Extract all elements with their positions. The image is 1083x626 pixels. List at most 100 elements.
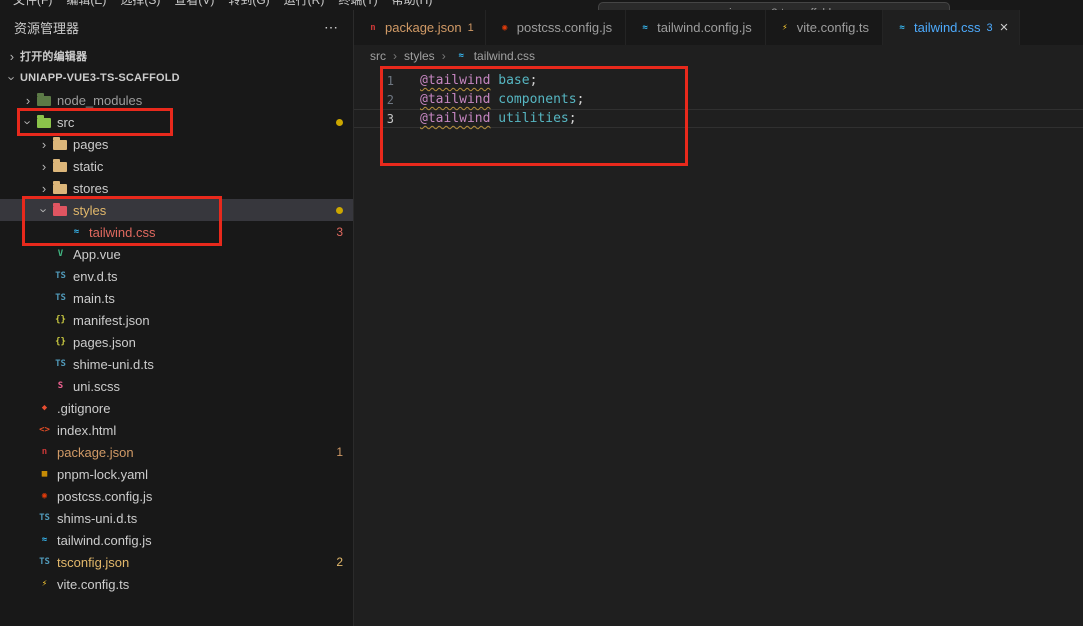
breadcrumb-item-src[interactable]: src [370, 49, 386, 63]
code-editor[interactable]: 1@tailwind base;2@tailwind components;3@… [354, 67, 1083, 626]
tailwind-icon: ≈ [453, 51, 470, 61]
tab-package.json[interactable]: n package.json 1 [354, 10, 486, 45]
explorer-sidebar: 资源管理器 ⋯ › 打开的编辑器 › UNIAPP-VUE3-TS-SCAFFO… [0, 10, 354, 626]
json-icon: {} [52, 337, 69, 347]
breadcrumb-separator: › [393, 49, 397, 63]
file-tree: ›node_modules›src›pages›static›stores›st… [0, 89, 353, 595]
line-number: 1 [354, 74, 394, 88]
tree-item-src[interactable]: ›src [0, 111, 353, 133]
menu-item[interactable]: 选择(S) [113, 0, 167, 10]
tab-tailwind.config.js[interactable]: ≈tailwind.config.js [626, 10, 766, 45]
folder-static-icon [53, 162, 67, 172]
tree-item-env.d.ts[interactable]: TS env.d.ts [0, 265, 353, 287]
pnpm-icon: ▦ [36, 469, 53, 479]
tree-item-stores[interactable]: ›stores [0, 177, 353, 199]
tab-tailwind.css[interactable]: ≈tailwind.css3× [883, 10, 1020, 45]
vite-icon: ⚡ [777, 23, 793, 33]
menu-item[interactable]: 运行(R) [277, 0, 332, 10]
tree-item-node_modules[interactable]: ›node_modules [0, 89, 353, 111]
tree-item-tailwind.css[interactable]: ≈tailwind.css3 [0, 221, 353, 243]
tree-item-label: env.d.ts [73, 269, 118, 284]
chevron-right-icon: › [36, 181, 52, 196]
menu-item[interactable]: 帮助(H) [385, 0, 440, 10]
tree-item-pnpm-lock.yaml[interactable]: ▦pnpm-lock.yaml [0, 463, 353, 485]
tree-item-shims-uni.d.ts[interactable]: TS shims-uni.d.ts [0, 507, 353, 529]
tree-item-label: pages.json [73, 335, 136, 350]
tree-item-uni.scss[interactable]: Suni.scss [0, 375, 353, 397]
tab-vite.config.ts[interactable]: ⚡vite.config.ts [766, 10, 883, 45]
menu-item[interactable]: 编辑(E) [59, 0, 113, 10]
typescript-icon: TS [52, 271, 69, 281]
chevron-down-icon: › [21, 114, 36, 130]
tree-item-label: vite.config.ts [57, 577, 129, 592]
open-editors-section[interactable]: › 打开的编辑器 [0, 45, 353, 67]
code-line-2[interactable]: 2@tailwind components; [354, 90, 1083, 109]
tree-item-tsconfig.json[interactable]: TStsconfig.json2 [0, 551, 353, 573]
tree-item-vite.config.ts[interactable]: ⚡ vite.config.ts [0, 573, 353, 595]
breadcrumb-separator: › [442, 49, 446, 63]
typescript-icon: TS [52, 293, 69, 303]
tree-item-styles[interactable]: ›styles [0, 199, 353, 221]
at-rule-token: @tailwind [420, 111, 490, 126]
project-root-row[interactable]: › UNIAPP-VUE3-TS-SCAFFOLD [0, 67, 353, 89]
scss-icon: S [52, 381, 69, 391]
tree-item-postcss.config.js[interactable]: ◉postcss.config.js [0, 485, 353, 507]
punctuation-token: ; [577, 92, 585, 107]
problem-count-badge: 1 [468, 22, 474, 34]
folder-stores-icon [53, 184, 67, 194]
tree-item-App.vue[interactable]: VApp.vue [0, 243, 353, 265]
tree-item-.gitignore[interactable]: ◆.gitignore [0, 397, 353, 419]
menu-item[interactable]: 文件(F) [6, 0, 59, 10]
folder-src-icon [37, 118, 51, 128]
menu-item[interactable]: 转到(G) [221, 0, 276, 10]
tab-label: package.json [385, 20, 462, 35]
editor-pane: npackage.json1◉postcss.config.js≈tailwin… [354, 10, 1083, 626]
punctuation-token: ; [569, 111, 577, 126]
tailwind-icon: ≈ [894, 23, 910, 33]
tree-item-main.ts[interactable]: TSmain.ts [0, 287, 353, 309]
tree-item-manifest.json[interactable]: {}manifest.json [0, 309, 353, 331]
tree-item-shime-uni.d.ts[interactable]: TSshime-uni.d.ts [0, 353, 353, 375]
vue-icon: V [52, 249, 69, 259]
tree-item-index.html[interactable]: <>index.html [0, 419, 353, 441]
value-token: components [498, 92, 576, 107]
command-center[interactable]: uniapp-vue3-ts-scaffold [598, 2, 950, 10]
problem-count-badge: 3 [987, 22, 993, 34]
breadcrumb-item-tailwind.css[interactable]: tailwind.css [474, 49, 535, 63]
tree-item-label: shims-uni.d.ts [57, 511, 137, 526]
code-line-3[interactable]: 3@tailwind utilities; [354, 109, 1083, 128]
tree-item-label: tsconfig.json [57, 555, 129, 570]
open-editors-label: 打开的编辑器 [20, 48, 87, 64]
code-line-1[interactable]: 1@tailwind base; [354, 71, 1083, 90]
postcss-icon: ◉ [497, 23, 513, 33]
tab-postcss.config.js[interactable]: ◉postcss.config.js [486, 10, 626, 45]
close-icon[interactable]: × [1000, 20, 1009, 35]
tree-item-package.json[interactable]: npackage.json1 [0, 441, 353, 463]
npm-icon: n [365, 23, 381, 33]
code-text: @tailwind utilities; [394, 111, 577, 126]
chevron-right-icon: › [36, 159, 52, 174]
more-actions-icon[interactable]: ⋯ [324, 19, 339, 36]
line-number: 3 [354, 112, 394, 126]
tree-item-pages[interactable]: ›pages [0, 133, 353, 155]
project-name: UNIAPP-VUE3-TS-SCAFFOLD [20, 72, 180, 84]
chevron-right-icon: › [36, 137, 52, 152]
menu-item[interactable]: 查看(V) [167, 0, 221, 10]
punctuation-token: ; [530, 73, 538, 88]
typescript-icon: TS [36, 513, 53, 523]
explorer-header: 资源管理器 ⋯ [0, 10, 353, 45]
breadcrumb: src › styles › ≈ tailwind.css [354, 45, 1083, 67]
breadcrumb-item-styles[interactable]: styles [404, 49, 435, 63]
tree-item-tailwind.config.js[interactable]: ≈tailwind.config.js [0, 529, 353, 551]
tree-item-static[interactable]: › static [0, 155, 353, 177]
folder-styles-icon [53, 206, 67, 216]
vite-icon: ⚡ [36, 579, 53, 589]
tree-item-label: postcss.config.js [57, 489, 152, 504]
workbench: 资源管理器 ⋯ › 打开的编辑器 › UNIAPP-VUE3-TS-SCAFFO… [0, 10, 1083, 626]
tailwind-icon: ≈ [68, 227, 85, 237]
tree-item-pages.json[interactable]: {} pages.json [0, 331, 353, 353]
menu-item[interactable]: 终端(T) [331, 0, 384, 10]
value-token: utilities [498, 111, 568, 126]
tab-label: tailwind.config.js [657, 20, 752, 35]
tree-item-label: static [73, 159, 103, 174]
